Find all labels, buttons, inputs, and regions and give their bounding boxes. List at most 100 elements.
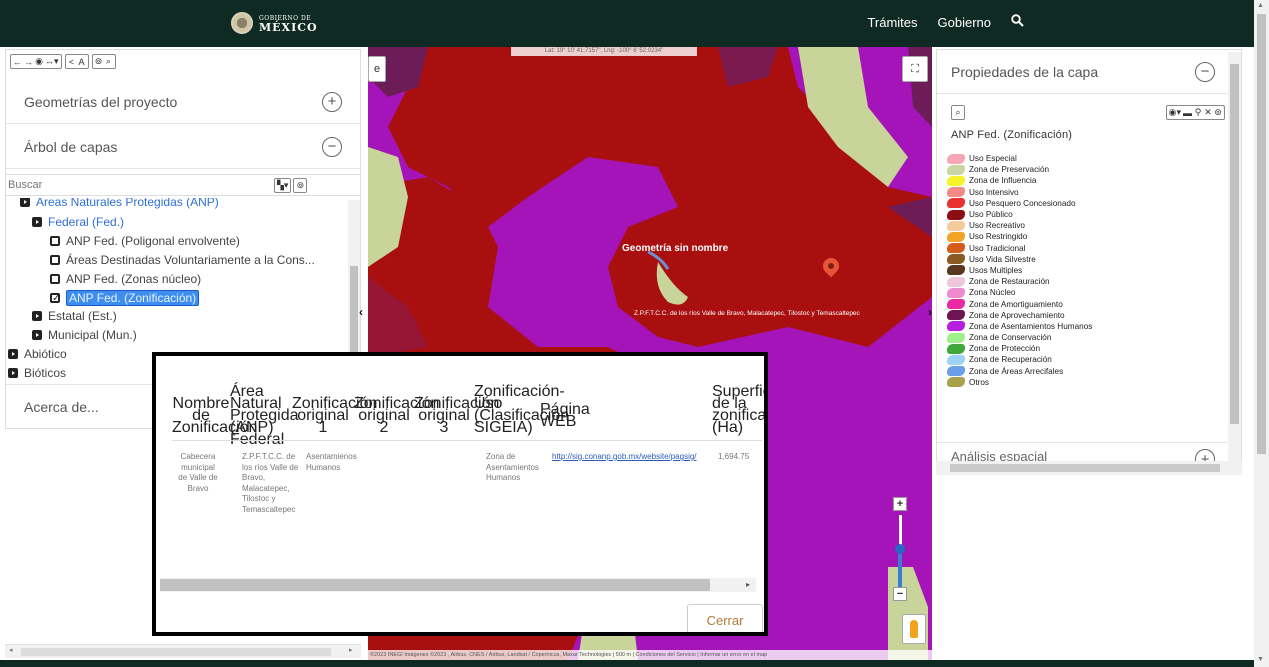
legend-list: Uso Especial Zona de Preservación Zona de … — [947, 153, 1092, 388]
tree-node-federal[interactable]: Federal (Fed.) — [32, 215, 124, 229]
section-geometrias[interactable]: Geometrías del proyecto + — [6, 80, 360, 124]
scroll-right-arrow-icon[interactable]: ▸ — [746, 580, 750, 589]
scroll-down-arrow-icon[interactable]: ▼ — [1257, 656, 1264, 663]
folder-icon[interactable]: ▬ — [1183, 108, 1192, 118]
scroll-right-arrow-icon[interactable]: ▸ — [349, 646, 353, 654]
zoom-search-icon[interactable]: ⌕ — [105, 56, 113, 67]
expand-arrow-icon[interactable] — [32, 217, 42, 227]
tree-node-zonas-nucleo[interactable]: ANP Fed. (Zonas núcleo) — [50, 272, 201, 286]
zoom-in-button[interactable]: + — [893, 497, 907, 511]
tree-help-button[interactable]: ⊚ — [293, 178, 308, 193]
nav-tramites[interactable]: Trámites — [867, 15, 917, 30]
expand-arrow-icon[interactable] — [8, 368, 18, 378]
checkbox-unchecked[interactable] — [50, 236, 60, 246]
page-scrollbar[interactable]: ▲ ▼ — [1254, 0, 1269, 667]
scroll-thumb[interactable] — [1257, 14, 1266, 454]
back-arrow-icon[interactable]: ← — [13, 57, 22, 67]
col-header-nombre: Nombre de Zonificación — [172, 395, 258, 436]
layer-actions[interactable]: ◉▾ ▬ ⚲ ✕ ⊚ — [1165, 105, 1225, 120]
forward-arrow-icon[interactable]: → — [24, 57, 33, 67]
globe-icon[interactable]: ◉ — [35, 56, 43, 67]
tree-node-bioticos[interactable]: Bióticos — [8, 366, 66, 378]
collapse-left-arrow-icon[interactable]: ‹ — [359, 305, 363, 319]
col-header-uso: Zonificación-Uso (Clasificación SIGEIA) — [474, 383, 570, 436]
layers-icon: ▚▾ — [277, 180, 289, 190]
cell-original1: Asentamienos Humanos — [306, 452, 357, 472]
zoom-out-button[interactable]: − — [893, 587, 907, 601]
search-icon[interactable] — [1011, 14, 1024, 30]
layer-search-input[interactable] — [6, 179, 266, 191]
tree-node-zonificacion[interactable]: ✓ ANP Fed. (Zonificación) — [50, 290, 200, 306]
nav-gobierno[interactable]: Gobierno — [938, 15, 991, 30]
measure-icon[interactable]: ↔▾ — [45, 56, 59, 67]
expand-arrow-icon[interactable] — [32, 311, 42, 321]
collapse-minus-icon[interactable]: − — [1195, 61, 1215, 82]
zoom-slider-handle[interactable] — [895, 544, 905, 554]
tree-node-anp[interactable]: Áreas Naturales Protegidas (ANP) — [20, 198, 219, 209]
legend-label: Zona de Preservación — [969, 165, 1050, 175]
scroll-thumb[interactable] — [1230, 64, 1239, 424]
web-link[interactable]: http://sig.conanp.gob.mx/website/pagsig/ — [552, 452, 697, 461]
gobierno-mexico-logo[interactable]: GOBIERNO DE MÉXICO — [231, 12, 318, 34]
legend-label: Uso Restringido — [969, 232, 1028, 242]
checkbox-unchecked[interactable] — [50, 274, 60, 284]
legend-label: Zona de Aprovechamiento — [969, 310, 1065, 320]
fullscreen-icon[interactable]: ⛶ — [902, 56, 928, 82]
legend-swatch — [947, 366, 965, 377]
layer-search-button[interactable]: ⌕ — [951, 105, 965, 120]
right-scrollbar[interactable] — [1228, 52, 1241, 462]
tree-node-municipal[interactable]: Municipal (Mun.) — [32, 328, 137, 342]
tree-node-abiotico[interactable]: Abiótico — [8, 347, 67, 361]
pin-icon[interactable]: ⚲ — [1194, 107, 1202, 118]
help-search-buttons[interactable]: ⊚ ⌕ — [91, 54, 116, 69]
tree-node-estatal[interactable]: Estatal (Est.) — [32, 309, 117, 323]
legend-item: Uso Intensivo — [947, 187, 1092, 198]
col-header-original3: Zonificación original 3 — [414, 395, 500, 436]
legend-label: Usos Multiples — [969, 265, 1023, 275]
left-horizontal-scrollbar[interactable]: ◂ ▸ — [5, 644, 361, 658]
legend-swatch — [947, 287, 965, 298]
expand-arrow-icon[interactable] — [8, 349, 18, 359]
close-button[interactable]: Cerrar — [687, 604, 763, 632]
tree-node-areas-destinadas[interactable]: Áreas Destinadas Voluntariamente a la Co… — [50, 253, 315, 267]
checkbox-checked-icon[interactable]: ✓ — [50, 293, 60, 304]
scroll-thumb[interactable] — [160, 579, 710, 591]
expand-arrow-icon[interactable] — [32, 330, 42, 340]
help-icon: ⊚ — [296, 180, 305, 190]
help-icon[interactable]: ⊚ — [95, 56, 103, 67]
collapse-right-arrow-icon[interactable]: › — [928, 305, 932, 319]
legend-item: Zona de Influencia — [947, 175, 1092, 186]
text-icon[interactable]: A — [78, 57, 86, 67]
share-text-buttons[interactable]: < A — [64, 54, 89, 69]
right-horizontal-scrollbar[interactable] — [936, 461, 1242, 475]
scroll-left-arrow-icon[interactable]: ◂ — [9, 646, 13, 654]
share-icon[interactable]: < — [68, 57, 76, 67]
help-icon[interactable]: ⊚ — [1214, 107, 1222, 118]
checkbox-unchecked[interactable] — [50, 255, 60, 265]
tree-node-poligonal[interactable]: ANP Fed. (Poligonal envolvente) — [50, 234, 240, 248]
scroll-up-arrow-icon[interactable]: ▲ — [1257, 2, 1264, 9]
zoom-control[interactable]: + − — [893, 497, 907, 603]
legend-label: Uso Especial — [969, 154, 1017, 164]
legend-label: Otros — [969, 377, 990, 387]
filter-dropdown-button[interactable]: ▚▾ — [274, 178, 292, 193]
layer-search-row: ▚▾ ⊚ — [6, 174, 360, 196]
expanded-node-icon[interactable] — [20, 198, 30, 207]
map-edge-button[interactable]: e — [368, 56, 386, 82]
scroll-thumb[interactable] — [21, 648, 331, 656]
expand-plus-icon[interactable]: + — [322, 91, 342, 112]
close-icon[interactable]: ✕ — [1204, 107, 1212, 118]
cell-web: http://sig.conanp.gob.mx/website/pagsig/ — [552, 452, 718, 463]
history-buttons[interactable]: ← → ◉ ↔▾ — [10, 54, 62, 69]
cell-superficie: 1,694.75 — [718, 452, 750, 461]
street-view-pegman-icon[interactable] — [902, 614, 926, 644]
visibility-eye-icon[interactable]: ◉▾ — [1169, 107, 1181, 118]
section-analisis[interactable]: Análisis espacial + — [937, 442, 1227, 462]
legend-label: Zona de Recuperación — [969, 355, 1052, 365]
collapse-minus-icon[interactable]: − — [322, 136, 342, 157]
section-arbol[interactable]: Árbol de capas − — [6, 125, 360, 169]
modal-horizontal-scrollbar[interactable]: ▸ — [160, 578, 756, 592]
cell-anp: Z.P.F.T.C.C. de los ríos Valle de Bravo,… — [242, 452, 299, 514]
scroll-thumb[interactable] — [950, 464, 1220, 472]
properties-header[interactable]: Propiedades de la capa − — [937, 50, 1227, 94]
